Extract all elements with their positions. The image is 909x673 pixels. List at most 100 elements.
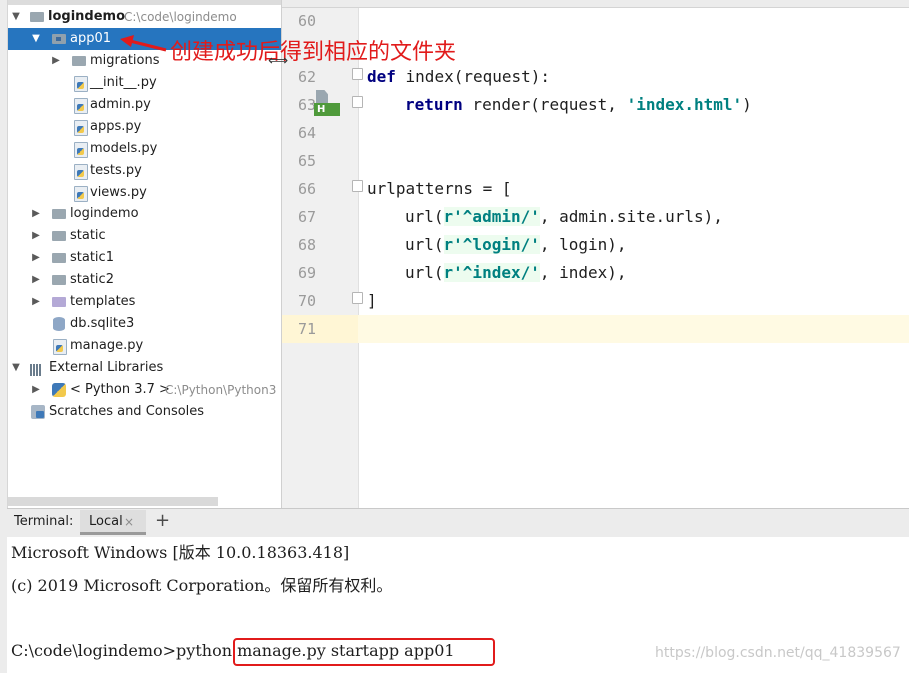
fold-marker-icon[interactable] [352,292,363,304]
terminal-line: Microsoft Windows [版本 10.0.18363.418] [11,543,350,562]
python-file-icon [53,339,67,355]
tree-item-label: static2 [70,272,114,287]
python-file-icon [74,186,88,202]
code-line-67[interactable]: url(r'^admin/', admin.site.urls), [405,203,723,231]
code-line-66[interactable]: urlpatterns = [ [367,175,512,203]
tree-item-label: Scratches and Consoles [49,404,205,419]
code-text: index(request): [395,67,551,86]
tree-item-tests-py[interactable]: tests.py [8,160,281,182]
tree-item-apps-py[interactable]: apps.py [8,116,281,138]
code-line-63[interactable]: return render(request, 'index.html') [405,91,752,119]
highlight-box [233,638,495,666]
python-file-icon [74,164,88,180]
folder-icon [52,209,66,219]
tree-item-label: app01 [70,31,112,46]
tree-item-path: C:\Python\Python3 [165,383,277,397]
line-number: 71 [297,320,317,338]
line-number: 70 [297,292,317,310]
html-template-link-icon[interactable]: H [314,90,340,116]
tree-item-views-py[interactable]: views.py [8,182,281,204]
line-number: 60 [297,12,317,30]
line-number: 64 [297,124,317,142]
code-string: 'index.html' [626,95,743,114]
tree-item-db-sqlite3[interactable]: db.sqlite3 [8,313,281,335]
python-file-icon [74,142,88,158]
chevron-down-icon[interactable]: ▼ [30,28,42,50]
fold-marker-icon[interactable] [352,96,363,108]
tree-item-label: models.py [90,141,158,156]
code-string: r'^index/' [443,263,540,282]
python-file-icon [74,76,88,92]
annotation-text: 创建成功后得到相应的文件夹 [170,40,457,65]
editor-tab-bar[interactable] [282,0,909,8]
tree-item-logindemo[interactable]: ▶ logindemo [8,203,281,225]
templates-folder-icon [52,297,66,307]
tree-item-templates[interactable]: ▶ templates [8,291,281,313]
horizontal-scrollbar[interactable] [8,497,218,506]
code-line-62[interactable]: def index(request): [367,63,550,91]
code-line-69[interactable]: url(r'^index/', index), [405,259,627,287]
watermark: https://blog.csdn.net/qq_41839567 [655,645,901,661]
code-text: render(request, [462,95,627,114]
tree-item-python-sdk[interactable]: ▶ < Python 3.7 > C:\Python\Python3 [8,379,281,401]
code-text: ] [367,291,377,310]
tree-root-path: C:\code\logindemo [124,10,237,24]
annotation-arrow-icon [120,35,167,52]
code-string: r'^admin/' [443,207,540,226]
tree-item-label: static1 [70,250,114,265]
current-line-highlight [282,315,909,343]
chevron-right-icon[interactable]: ▶ [30,247,42,269]
chevron-down-icon[interactable]: ▼ [10,6,22,28]
tree-item-init-py[interactable]: __init__.py [8,72,281,94]
chevron-right-icon[interactable]: ▶ [30,291,42,313]
resize-cursor-icon: ⟺ [268,53,289,69]
tree-item-admin-py[interactable]: admin.py [8,94,281,116]
html-badge-label: H [314,103,340,116]
tree-item-label: views.py [90,185,147,200]
tree-item-scratches[interactable]: Scratches and Consoles [8,401,281,423]
tree-item-external-libraries[interactable]: ▼ External Libraries [8,357,281,379]
add-terminal-button[interactable]: + [155,508,170,536]
tree-item-label: External Libraries [49,360,164,375]
project-panel-header-edge [8,0,281,5]
tree-item-label: < Python 3.7 > [70,382,170,397]
terminal-line: (c) 2019 Microsoft Corporation。保留所有权利。 [11,576,393,595]
chevron-right-icon[interactable]: ▶ [30,225,42,247]
code-keyword: def [367,67,396,86]
chevron-right-icon[interactable]: ▶ [50,50,62,72]
fold-marker-icon[interactable] [352,68,363,80]
terminal-title: Terminal: [14,514,74,529]
tree-item-label: static [70,228,106,243]
code-text: url( [405,263,444,282]
fold-marker-icon[interactable] [352,180,363,192]
folder-icon [72,56,86,66]
code-text: , admin.site.urls), [539,207,723,226]
folder-icon [52,275,66,285]
folder-icon [52,253,66,263]
python-file-icon [74,120,88,136]
line-number: 69 [297,264,317,282]
close-icon[interactable]: × [124,508,134,536]
tree-item-static2[interactable]: ▶ static2 [8,269,281,291]
chevron-right-icon[interactable]: ▶ [30,203,42,225]
database-icon [53,317,65,331]
code-text: url( [405,207,444,226]
code-line-70[interactable]: ] [367,287,377,315]
tree-item-static[interactable]: ▶ static [8,225,281,247]
chevron-right-icon[interactable]: ▶ [30,379,42,401]
tree-item-manage-py[interactable]: manage.py [8,335,281,357]
tree-item-static1[interactable]: ▶ static1 [8,247,281,269]
folder-icon [30,12,44,22]
tree-item-label: admin.py [90,97,151,112]
tree-root-logindemo[interactable]: ▼ logindemo C:\code\logindemo [8,6,281,28]
terminal-tab-label[interactable]: Local [89,508,123,536]
tree-item-label: logindemo [70,206,139,221]
code-text: urlpatterns = [ [367,179,512,198]
chevron-down-icon[interactable]: ▼ [10,357,22,379]
tree-item-models-py[interactable]: models.py [8,138,281,160]
scratches-icon [31,405,45,419]
code-line-68[interactable]: url(r'^login/', login), [405,231,627,259]
chevron-right-icon[interactable]: ▶ [30,269,42,291]
code-text: , index), [539,263,627,282]
project-tree-panel: ▼ logindemo C:\code\logindemo ▼ app01 ▶ … [8,0,281,508]
